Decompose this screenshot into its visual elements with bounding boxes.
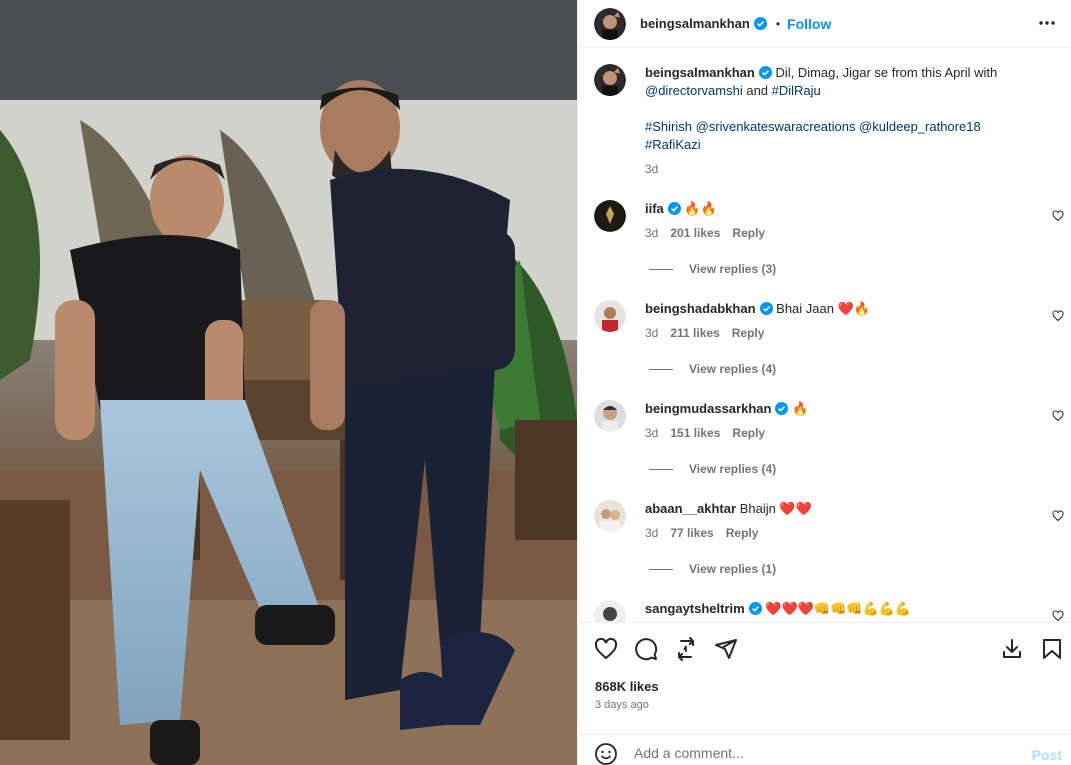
repost-icon[interactable]: [674, 637, 698, 661]
like-heart-icon[interactable]: [594, 637, 618, 661]
view-replies-button[interactable]: View replies (1): [649, 562, 776, 576]
replies-line: [649, 568, 673, 570]
mention-link[interactable]: @directorvamshi: [645, 83, 743, 98]
reply-button[interactable]: Reply: [732, 426, 765, 440]
comment-time: 3d: [645, 526, 659, 540]
view-replies-label: View replies (3): [689, 262, 777, 276]
reply-button[interactable]: Reply: [732, 326, 765, 340]
view-replies-label: View replies (4): [689, 362, 777, 376]
like-comment-heart-icon[interactable]: [1052, 310, 1064, 322]
replies-line: [649, 268, 673, 270]
like-comment-heart-icon[interactable]: [1052, 210, 1064, 222]
comment-input[interactable]: [634, 745, 1014, 761]
more-options-button[interactable]: [1034, 10, 1060, 36]
post-timestamp[interactable]: 3 days ago: [595, 699, 649, 711]
comment-item: iifa 🔥🔥 3d 201 likes Reply View replies (3…: [594, 200, 1064, 280]
caption-and: and: [742, 83, 772, 98]
verified-badge-icon: [775, 402, 789, 415]
author-avatar[interactable]: [594, 64, 626, 96]
caption-tags-line-2[interactable]: #RafiKazi: [645, 136, 1045, 154]
like-comment-heart-icon[interactable]: [1052, 410, 1064, 422]
view-replies-button[interactable]: View replies (3): [649, 262, 776, 276]
comment-text: 🔥: [792, 401, 809, 416]
comment-item: beingmudassarkhan 🔥 3d 151 likes Reply Vie…: [594, 400, 1064, 480]
save-bookmark-icon[interactable]: [1040, 637, 1064, 661]
comment-time: 3d: [645, 426, 659, 440]
view-replies-label: View replies (1): [689, 562, 777, 576]
commenter-username[interactable]: beingmudassarkhan: [645, 401, 771, 416]
comment-time: 3d: [645, 226, 659, 240]
hashtag-link[interactable]: #DilRaju: [772, 83, 821, 98]
caption-username[interactable]: beingsalmankhan: [645, 65, 755, 80]
commenter-avatar[interactable]: [594, 400, 626, 432]
post-photo: [0, 0, 577, 765]
comment-item: abaan__akhtar Bhaijn ❤️❤️ 3d 77 likes Repl…: [594, 500, 1064, 580]
post-comment-button[interactable]: Post: [1032, 747, 1062, 763]
comment-item: beingshadabkhan Bhai Jaan ❤️🔥 3d 211 like…: [594, 300, 1064, 380]
commenter-username[interactable]: abaan__akhtar: [645, 501, 736, 516]
author-avatar[interactable]: [594, 7, 626, 40]
view-replies-button[interactable]: View replies (4): [649, 362, 776, 376]
comment-likes[interactable]: 151 likes: [670, 426, 720, 440]
comment-likes[interactable]: 77 likes: [670, 526, 713, 540]
share-paper-plane-icon[interactable]: [714, 637, 738, 661]
comment-likes[interactable]: 211 likes: [670, 326, 719, 340]
post-detail-panel: beingsalmankhan • Follow beingsalmankhan…: [577, 0, 1071, 765]
commenter-avatar[interactable]: [594, 200, 626, 232]
like-comment-heart-icon[interactable]: [1052, 610, 1064, 622]
emoji-icon[interactable]: [594, 742, 618, 765]
verified-badge-icon: [748, 602, 762, 615]
post-actions: 868K likes 3 days ago Post: [578, 622, 1071, 765]
verified-badge-icon: [759, 302, 773, 315]
commenter-username[interactable]: beingshadabkhan: [645, 301, 756, 316]
comment-bubble-icon[interactable]: [634, 637, 658, 661]
comment-text: ❤️❤️❤️👊👊👊💪💪💪: [765, 601, 912, 616]
comments-list[interactable]: beingsalmankhan Dil, Dimag, Jigar se fro…: [578, 48, 1071, 622]
commenter-avatar[interactable]: [594, 600, 626, 622]
post-image[interactable]: [0, 0, 577, 765]
author-username[interactable]: beingsalmankhan: [640, 16, 750, 31]
view-replies-button[interactable]: View replies (4): [649, 462, 776, 476]
verified-badge-icon: [667, 202, 681, 215]
comment-composer: Post: [578, 734, 1071, 765]
comment-text: Bhaijn ❤️❤️: [739, 501, 812, 516]
commenter-avatar[interactable]: [594, 300, 626, 332]
comment-text: 🔥🔥: [684, 201, 717, 216]
caption-text: Dil, Dimag, Jigar se from this April wit…: [775, 65, 998, 80]
commenter-avatar[interactable]: [594, 500, 626, 532]
more-options-icon: [1039, 21, 1055, 25]
replies-line: [649, 368, 673, 370]
comment-item: sangaytsheltrim ❤️❤️❤️👊👊👊💪💪💪: [594, 600, 1064, 622]
separator-dot: •: [775, 16, 781, 31]
caption-tags-line[interactable]: #Shirish @srivenkateswaracreations @kuld…: [645, 118, 1045, 136]
reply-button[interactable]: Reply: [732, 226, 765, 240]
comment-text: Bhai Jaan ❤️🔥: [776, 301, 870, 316]
comment-time: 3d: [645, 326, 659, 340]
commenter-username[interactable]: sangaytsheltrim: [645, 601, 745, 616]
likes-count[interactable]: 868K likes: [595, 679, 659, 694]
follow-button[interactable]: Follow: [787, 16, 831, 32]
post-header: beingsalmankhan • Follow: [578, 0, 1071, 48]
download-icon[interactable]: [1000, 637, 1024, 661]
reply-button[interactable]: Reply: [726, 526, 759, 540]
replies-line: [649, 468, 673, 470]
view-replies-label: View replies (4): [689, 462, 777, 476]
verified-badge-icon: [758, 66, 772, 79]
commenter-username[interactable]: iifa: [645, 201, 664, 216]
caption-time: 3d: [645, 162, 659, 176]
like-comment-heart-icon[interactable]: [1052, 510, 1064, 522]
verified-badge-icon: [753, 17, 767, 30]
caption: beingsalmankhan Dil, Dimag, Jigar se fro…: [594, 64, 1064, 179]
comment-likes[interactable]: 201 likes: [670, 226, 720, 240]
